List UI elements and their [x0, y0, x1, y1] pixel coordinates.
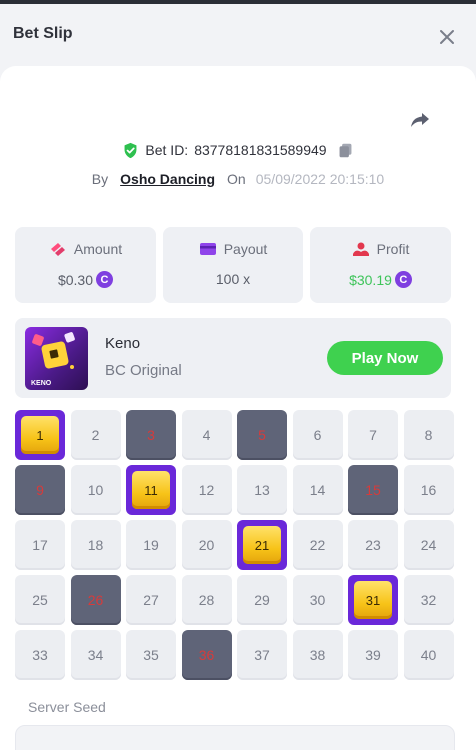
by-label: By: [91, 171, 109, 187]
game-panel: KENO Keno BC Original Play Now: [15, 318, 451, 398]
keno-cell-23[interactable]: 23: [348, 520, 398, 570]
keno-cell-38[interactable]: 38: [292, 630, 343, 680]
bet-datetime: 05/09/2022 20:15:10: [255, 171, 385, 187]
keno-cell-17[interactable]: 17: [15, 520, 65, 570]
keno-thumbnail: KENO: [25, 327, 88, 390]
coin-icon: C: [96, 271, 114, 288]
payout-value: 100 x: [215, 271, 251, 287]
keno-cell-24[interactable]: 24: [403, 520, 454, 570]
keno-cell-30[interactable]: 30: [292, 575, 343, 625]
keno-cell-14[interactable]: 14: [292, 465, 343, 515]
server-seed-field[interactable]: [15, 725, 455, 750]
keno-cell-10[interactable]: 10: [70, 465, 121, 515]
bet-id-value: 83778181831589949: [194, 142, 327, 158]
keno-logo-icon: KENO: [31, 332, 75, 387]
keno-cell-32[interactable]: 32: [403, 575, 454, 625]
share-icon[interactable]: [408, 108, 432, 132]
bet-author-row: By Osho Dancing On 05/09/2022 20:15:10: [0, 169, 476, 189]
amount-panel: Amount $0.30 C: [15, 227, 156, 303]
payout-panel: Payout 100 x: [163, 227, 303, 303]
game-provider: BC Original: [105, 362, 182, 379]
keno-grid: 1 2 3 4 5 6 7 8 9 10 11 12 13 14 15 16 17 18 19 20 21 22 23 24 2…: [15, 410, 455, 680]
keno-cell-3[interactable]: 3: [126, 410, 176, 460]
keno-thumb-text: KENO: [31, 380, 52, 387]
keno-cell-5[interactable]: 5: [237, 410, 287, 460]
amount-value: $0.30: [57, 271, 94, 288]
keno-cell-19[interactable]: 19: [126, 520, 176, 570]
keno-cell-34[interactable]: 34: [70, 630, 121, 680]
amount-icon: [50, 243, 65, 256]
keno-cell-15[interactable]: 15: [348, 465, 398, 515]
keno-cell-40[interactable]: 40: [403, 630, 454, 680]
close-icon[interactable]: [436, 26, 458, 48]
bet-id-label: Bet ID:: [145, 142, 189, 158]
keno-cell-29[interactable]: 29: [237, 575, 287, 625]
profit-icon: [352, 242, 369, 256]
keno-cell-2[interactable]: 2: [70, 410, 121, 460]
profit-value: $30.19: [349, 271, 392, 288]
keno-cell-8[interactable]: 8: [403, 410, 454, 460]
coin-icon: C: [394, 271, 412, 288]
keno-cell-35[interactable]: 35: [126, 630, 176, 680]
keno-cell-1[interactable]: 1: [15, 410, 65, 460]
on-label: On: [227, 171, 246, 187]
payout-icon: [199, 243, 216, 255]
keno-hit-gem: 31: [354, 581, 392, 619]
keno-cell-27[interactable]: 27: [126, 575, 176, 625]
page-title: Bet Slip: [13, 25, 73, 42]
keno-hit-gem: 11: [132, 471, 170, 509]
keno-cell-16[interactable]: 16: [403, 465, 454, 515]
keno-cell-22[interactable]: 22: [292, 520, 343, 570]
keno-cell-6[interactable]: 6: [292, 410, 343, 460]
copy-icon[interactable]: [337, 142, 354, 159]
keno-cell-13[interactable]: 13: [237, 465, 287, 515]
shield-check-icon: [124, 142, 137, 158]
keno-cell-20[interactable]: 20: [181, 520, 232, 570]
keno-cell-11[interactable]: 11: [126, 465, 176, 515]
server-seed-label: Server Seed: [28, 699, 106, 715]
game-name: Keno: [105, 335, 141, 352]
bet-id-row: Bet ID: 83778181831589949: [0, 140, 476, 160]
keno-cell-18[interactable]: 18: [70, 520, 121, 570]
keno-cell-4[interactable]: 4: [181, 410, 232, 460]
keno-cell-39[interactable]: 39: [348, 630, 398, 680]
keno-cell-31[interactable]: 31: [348, 575, 398, 625]
keno-hit-gem: 1: [21, 416, 59, 454]
payout-label: Payout: [223, 241, 268, 257]
user-link[interactable]: Osho Dancing: [120, 171, 215, 187]
keno-cell-28[interactable]: 28: [181, 575, 232, 625]
keno-hit-gem: 21: [243, 526, 281, 564]
play-now-button[interactable]: Play Now: [327, 341, 443, 375]
keno-cell-25[interactable]: 25: [15, 575, 65, 625]
keno-cell-36[interactable]: 36: [181, 630, 232, 680]
keno-cell-33[interactable]: 33: [15, 630, 65, 680]
profit-label: Profit: [376, 241, 410, 257]
profit-panel: Profit $30.19 C: [310, 227, 451, 303]
keno-cell-12[interactable]: 12: [181, 465, 232, 515]
keno-cell-7[interactable]: 7: [348, 410, 398, 460]
keno-cell-26[interactable]: 26: [70, 575, 121, 625]
keno-cell-21[interactable]: 21: [237, 520, 287, 570]
keno-cell-37[interactable]: 37: [237, 630, 287, 680]
amount-label: Amount: [73, 241, 123, 257]
bet-slip-header: Bet Slip: [0, 4, 476, 66]
keno-cell-9[interactable]: 9: [15, 465, 65, 515]
